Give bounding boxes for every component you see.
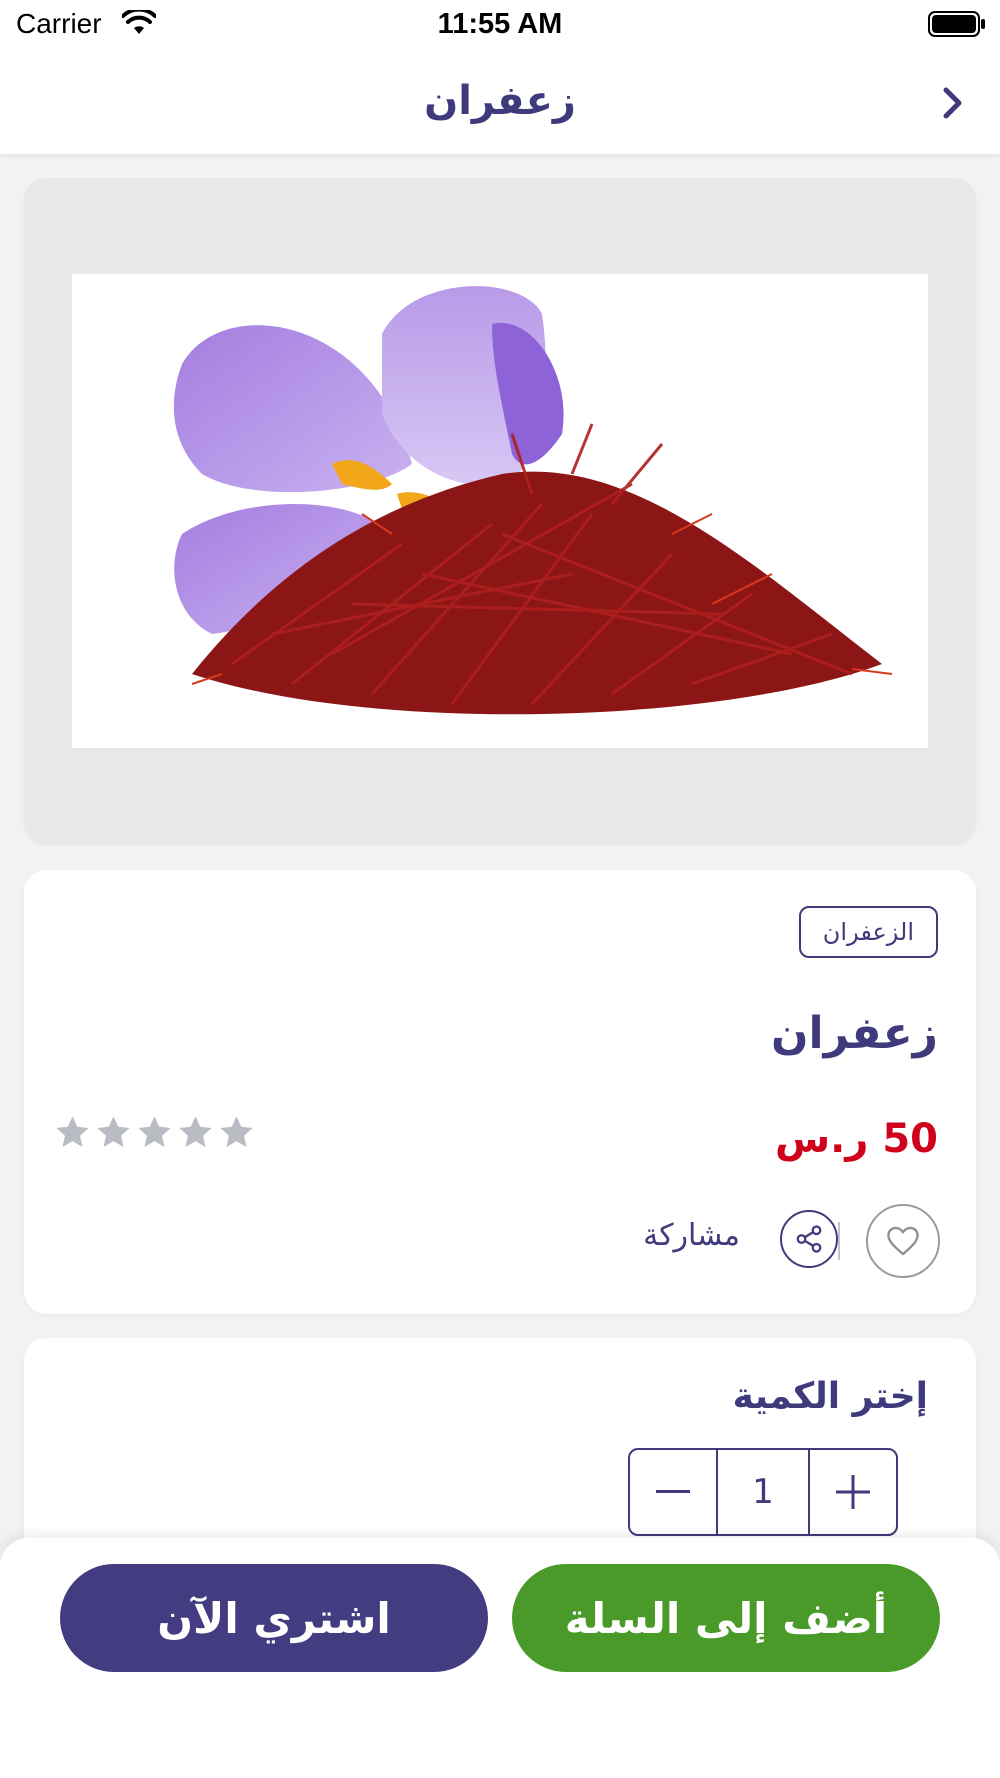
favorite-button[interactable] (866, 1204, 940, 1278)
quantity-label: إختر الكمية (732, 1376, 928, 1417)
navigation-bar: زعفران (0, 52, 1000, 154)
star-icon (179, 1116, 212, 1147)
plus-icon (836, 1475, 870, 1509)
add-to-cart-button[interactable]: أضف إلى السلة (512, 1564, 940, 1672)
share-label[interactable]: مشاركة (643, 1218, 740, 1253)
heart-icon (887, 1226, 919, 1256)
rating-stars[interactable] (54, 1114, 255, 1151)
saffron-flower-image (72, 274, 928, 748)
category-badge[interactable]: الزعفران (798, 906, 938, 958)
decrement-button[interactable] (630, 1450, 716, 1534)
star-icon (220, 1116, 253, 1147)
share-button[interactable] (780, 1210, 838, 1268)
minus-icon (656, 1490, 690, 1493)
product-name: زعفران (770, 1008, 938, 1059)
action-divider (838, 1222, 840, 1260)
share-icon (796, 1225, 822, 1253)
back-button[interactable] (930, 80, 976, 126)
battery-icon (928, 11, 986, 43)
product-info-card: الزعفران زعفران 50 ر.س مشاركة (24, 870, 976, 1314)
page-title: زعفران (424, 78, 576, 124)
quantity-stepper: 1 (628, 1448, 898, 1536)
status-bar: Carrier 11:55 AM (0, 0, 1000, 52)
star-icon (138, 1116, 171, 1147)
product-image-card (24, 178, 976, 844)
status-time: 11:55 AM (437, 8, 563, 40)
star-icon (56, 1116, 89, 1147)
product-price: 50 ر.س (774, 1116, 938, 1162)
bottom-action-bar: اشتري الآن أضف إلى السلة (0, 1538, 1000, 1778)
chevron-right-icon (943, 87, 962, 119)
buy-now-button[interactable]: اشتري الآن (60, 1564, 488, 1672)
increment-button[interactable] (810, 1450, 896, 1534)
quantity-value[interactable]: 1 (716, 1450, 810, 1534)
star-icon (97, 1116, 130, 1147)
